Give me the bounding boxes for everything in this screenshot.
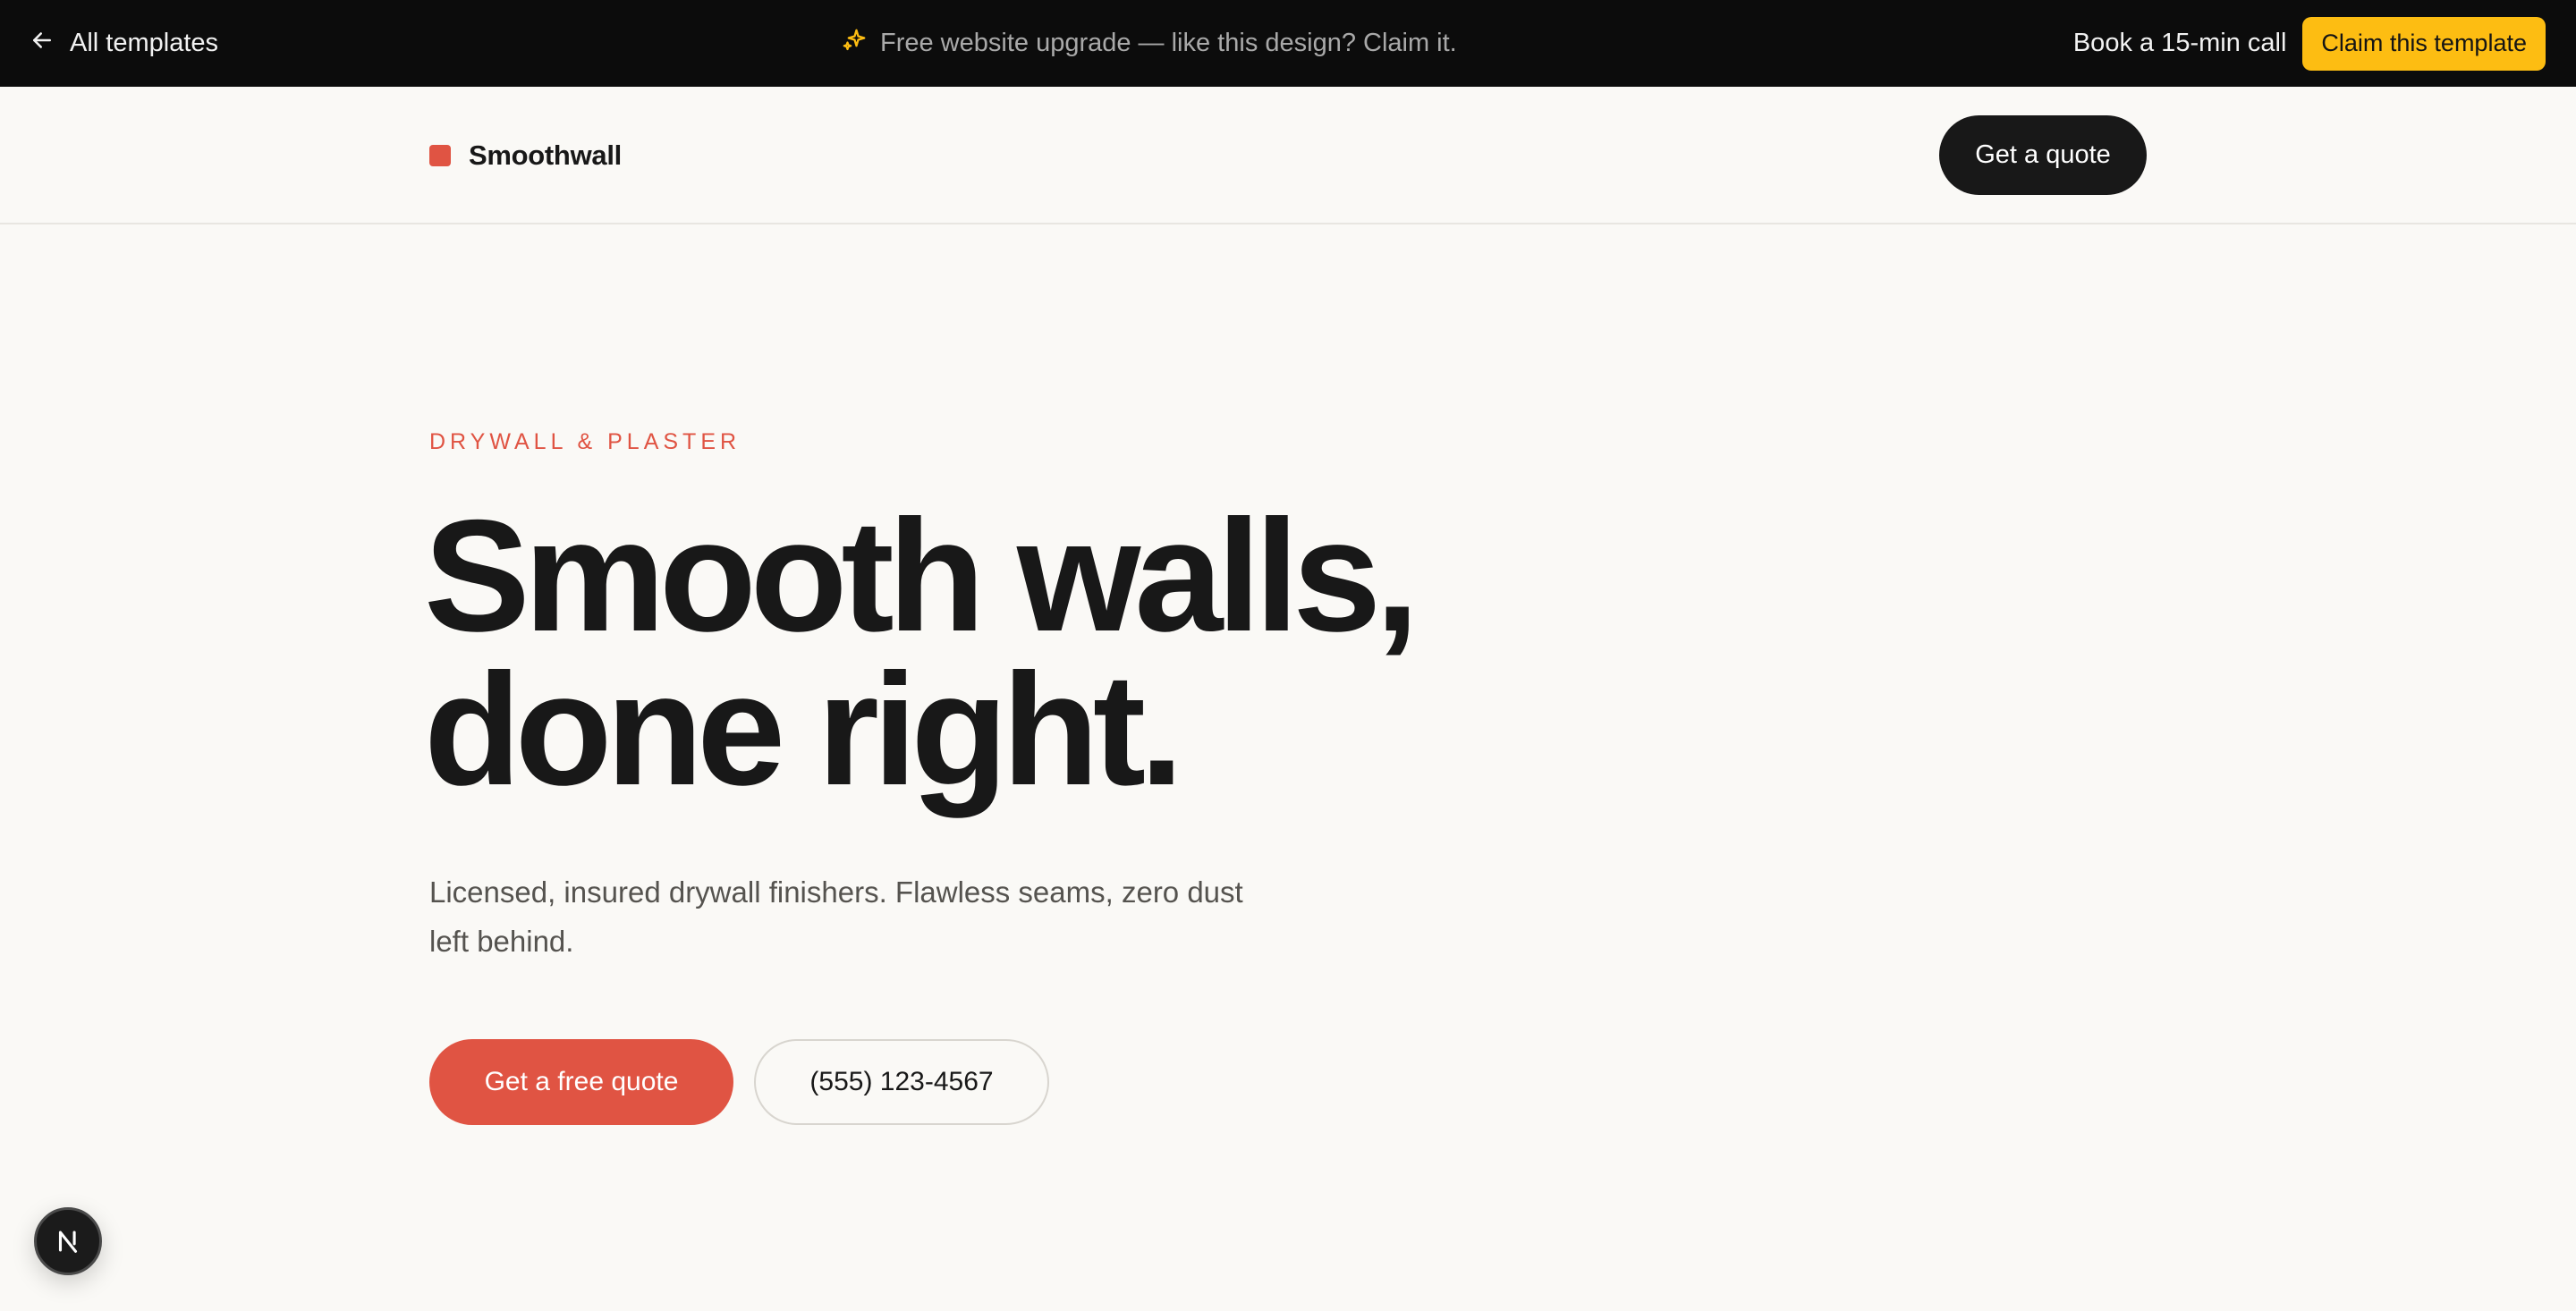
- book-call-link[interactable]: Book a 15-min call: [2073, 29, 2287, 58]
- free-quote-button[interactable]: Get a free quote: [429, 1039, 733, 1125]
- promo-bar: All templates Free website upgrade — lik…: [0, 0, 2576, 87]
- all-templates-label: All templates: [70, 29, 219, 57]
- phone-button[interactable]: (555) 123-4567: [754, 1039, 1049, 1125]
- arrow-left-icon: [29, 27, 55, 61]
- claim-template-button[interactable]: Claim this template: [2302, 16, 2546, 71]
- promo-message: Free website upgrade — like this design?…: [841, 0, 1457, 87]
- sparkle-icon: [841, 27, 868, 61]
- next-logo-icon[interactable]: [34, 1207, 102, 1275]
- brand-logo[interactable]: Smoothwall: [429, 87, 622, 224]
- all-templates-link[interactable]: All templates: [29, 0, 218, 87]
- brand-square-icon: [429, 145, 451, 166]
- hero-subtext: Licensed, insured drywall finishers. Fla…: [429, 875, 1243, 958]
- hero-headline: Smooth walls, done right.: [424, 496, 1587, 809]
- headline-line-1: Smooth walls,: [424, 486, 1419, 664]
- topbar-actions: Book a 15-min call Claim this template: [2073, 0, 2546, 87]
- promo-text: Free website upgrade — like this design?…: [880, 29, 1457, 57]
- site-header: Smoothwall Get a quote: [0, 87, 2576, 224]
- brand-name: Smoothwall: [469, 140, 622, 171]
- hero-eyebrow: DRYWALL & PLASTER: [429, 429, 741, 454]
- headline-line-2: done right.: [424, 640, 1184, 818]
- get-quote-button[interactable]: Get a quote: [1939, 115, 2147, 195]
